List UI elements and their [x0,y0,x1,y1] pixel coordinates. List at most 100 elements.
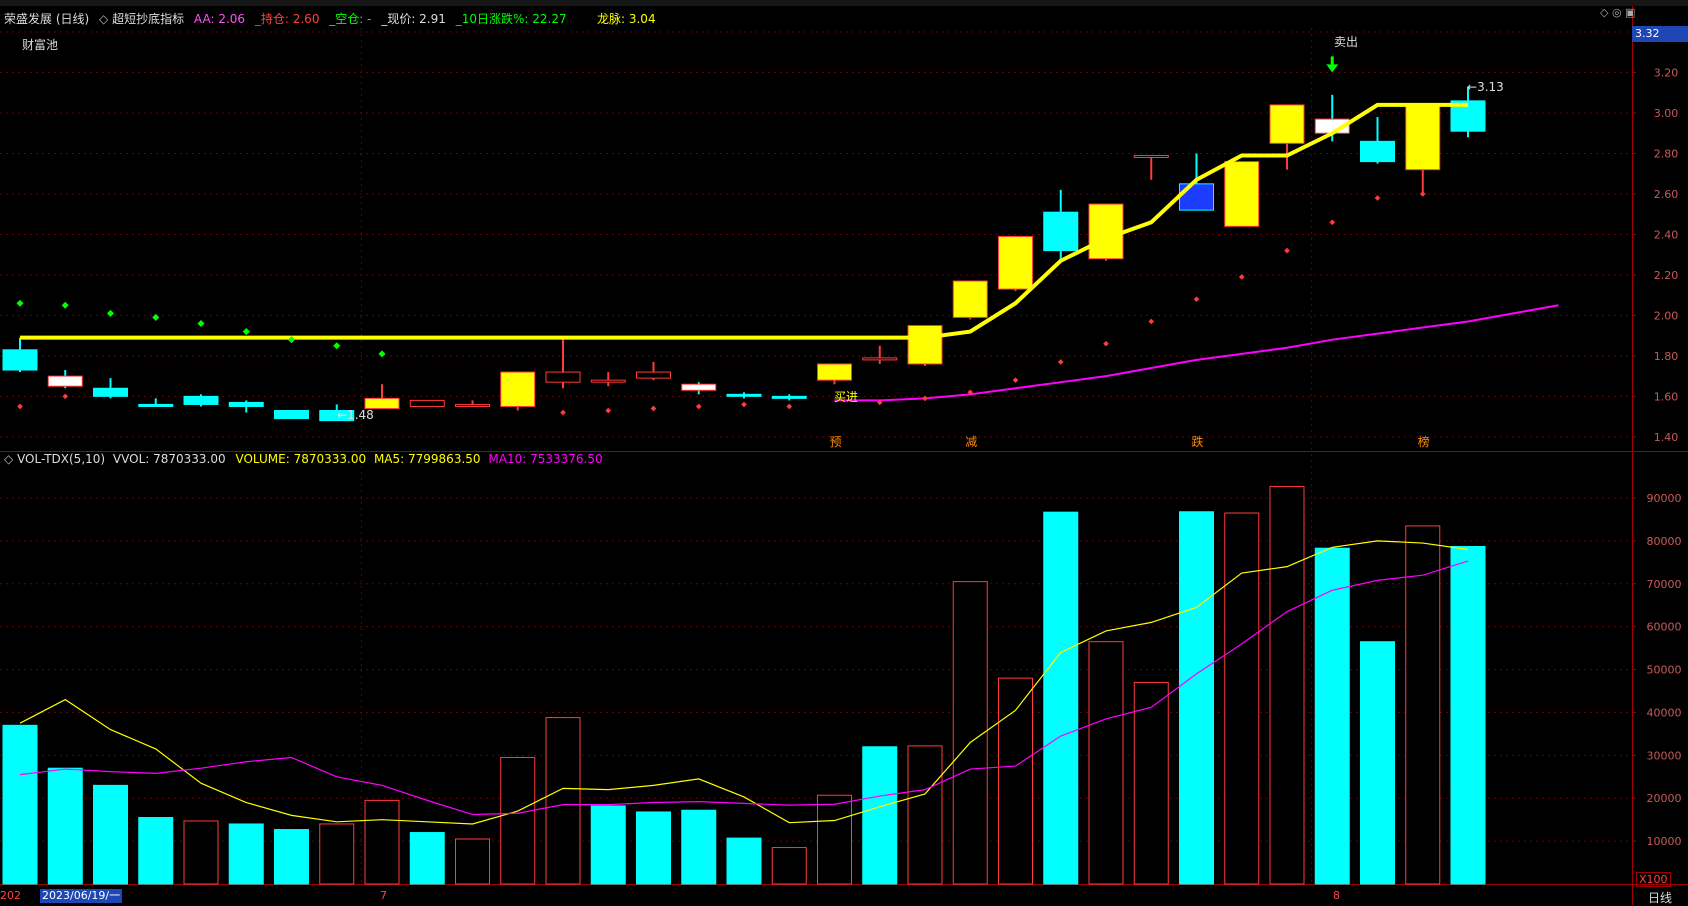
candle [1360,117,1395,164]
candle-body [138,403,174,407]
buy-label: 买进 [834,390,859,404]
month-7-label: 7 [380,889,387,902]
volume-bar [93,784,128,885]
candle-body [1224,161,1260,227]
empty-value: _空仓: - [329,12,372,26]
red-signal-dot [922,395,928,402]
volume-tick-label: 80000 [1647,535,1682,548]
green-signal-dot [197,319,205,328]
volume-bar [1314,547,1350,885]
candle [1269,104,1305,170]
volume-tick-label: 70000 [1647,578,1682,591]
candle [726,392,762,399]
period-tab[interactable]: 日线 [1648,889,1672,906]
hold-value: _持仓: 2.60 [254,12,320,26]
candle-body [93,387,128,397]
candle-body [228,401,264,407]
volume-bar [1269,485,1305,885]
volume-bar [455,838,490,885]
price-header: 荣盛发展 (日线) ◇ 超短抄底指标 AA: 2.06 _持仓: 2.60 _空… [4,10,567,27]
green-signal-dot [333,342,341,350]
low-annotation-value: 1.48 [347,408,374,422]
candle [1043,189,1079,261]
volume-indicator-name[interactable]: VOL-TDX(5,10) [17,452,105,466]
red-signal-dot [1057,359,1064,365]
candle-body [1043,211,1079,252]
panel-toggle-icons[interactable]: ◇ ◎ ▣ [1600,6,1635,19]
date-cursor: 2023/06/19/一 [40,889,123,903]
price-tick-label: 2.00 [1654,309,1679,322]
volume-bar [545,717,581,885]
current-price: _现价: 2.91 [381,12,446,26]
candle-body [952,280,988,318]
candle-body [862,357,898,361]
candle [183,394,219,407]
price-tick-label: 2.80 [1654,147,1679,160]
month-8-label: 8 [1333,889,1340,902]
candle [1450,86,1486,138]
candle [771,394,807,401]
candle-body [817,363,852,381]
red-signal-dot [1419,191,1426,197]
volume-bar [409,832,445,885]
volume-bar [500,756,536,885]
wealth-pool-label: 财富池 [22,38,59,52]
volume-bar [907,745,943,885]
red-signal-dot [1329,219,1336,226]
volume-tick-label: 20000 [1647,792,1682,805]
volume-bar [138,817,174,885]
candle-body [274,410,309,420]
price-tick-label: 2.60 [1654,188,1679,201]
candle-body [1179,183,1214,211]
candle [681,382,717,395]
candle-body [183,395,219,405]
candle-body [500,371,536,407]
ma10-value: MA10: 7533376.50 [488,452,603,466]
red-signal-dot [650,405,657,412]
signal-label: 减 [965,435,977,449]
candle-body [364,397,400,409]
candle-body [2,349,38,371]
candle-body [47,375,83,387]
candle-body [998,235,1033,290]
volume-bar [1224,512,1260,885]
volume-bar [1043,511,1079,885]
volume-bar [636,811,671,885]
volume-bar [2,724,38,885]
candle [636,361,671,381]
volume-tick-label: 10000 [1647,835,1682,848]
signal-label: 榜 [1418,434,1430,449]
volume-tick-label: 30000 [1647,749,1682,762]
red-signal-dot [1148,318,1155,325]
red-signal-dot [1374,195,1381,201]
settings-icon[interactable]: ◇ [99,12,108,26]
red-signal-dot [786,403,793,410]
volume-bar [364,799,400,885]
price-tick-label: 1.80 [1654,350,1679,363]
candle-body [1405,104,1441,171]
volume-bar [1360,641,1395,885]
candle [1133,155,1169,180]
ma5-value: MA5: 7799863.50 [373,452,481,466]
volume-tick-label: 40000 [1647,706,1682,719]
candle [138,398,174,407]
red-signal-dot [560,409,566,416]
volume-bar [319,823,355,885]
red-signal-dot [1103,340,1109,347]
red-signal-dot [62,393,69,400]
volume-bar [274,829,309,885]
low-annotation: ←1.48 [337,408,374,422]
volume-bar [1179,511,1214,885]
volume-bar [1088,641,1124,885]
candle [998,235,1033,292]
candle-body [590,379,626,383]
candle [364,384,400,409]
longmai-value: 龙脉: 3.04 [597,12,656,26]
volume-value: VOLUME: 7870333.00 [235,452,367,466]
change-10d: _10日涨跌%: 22.27 [455,12,567,26]
indicator-name[interactable]: 超短抄底指标 [112,12,184,26]
vvol-value: VVOL: 7870333.00 [112,452,226,466]
candle [93,378,128,399]
red-signal-dot [17,403,23,410]
volume-settings-icon[interactable]: ◇ [4,452,13,466]
